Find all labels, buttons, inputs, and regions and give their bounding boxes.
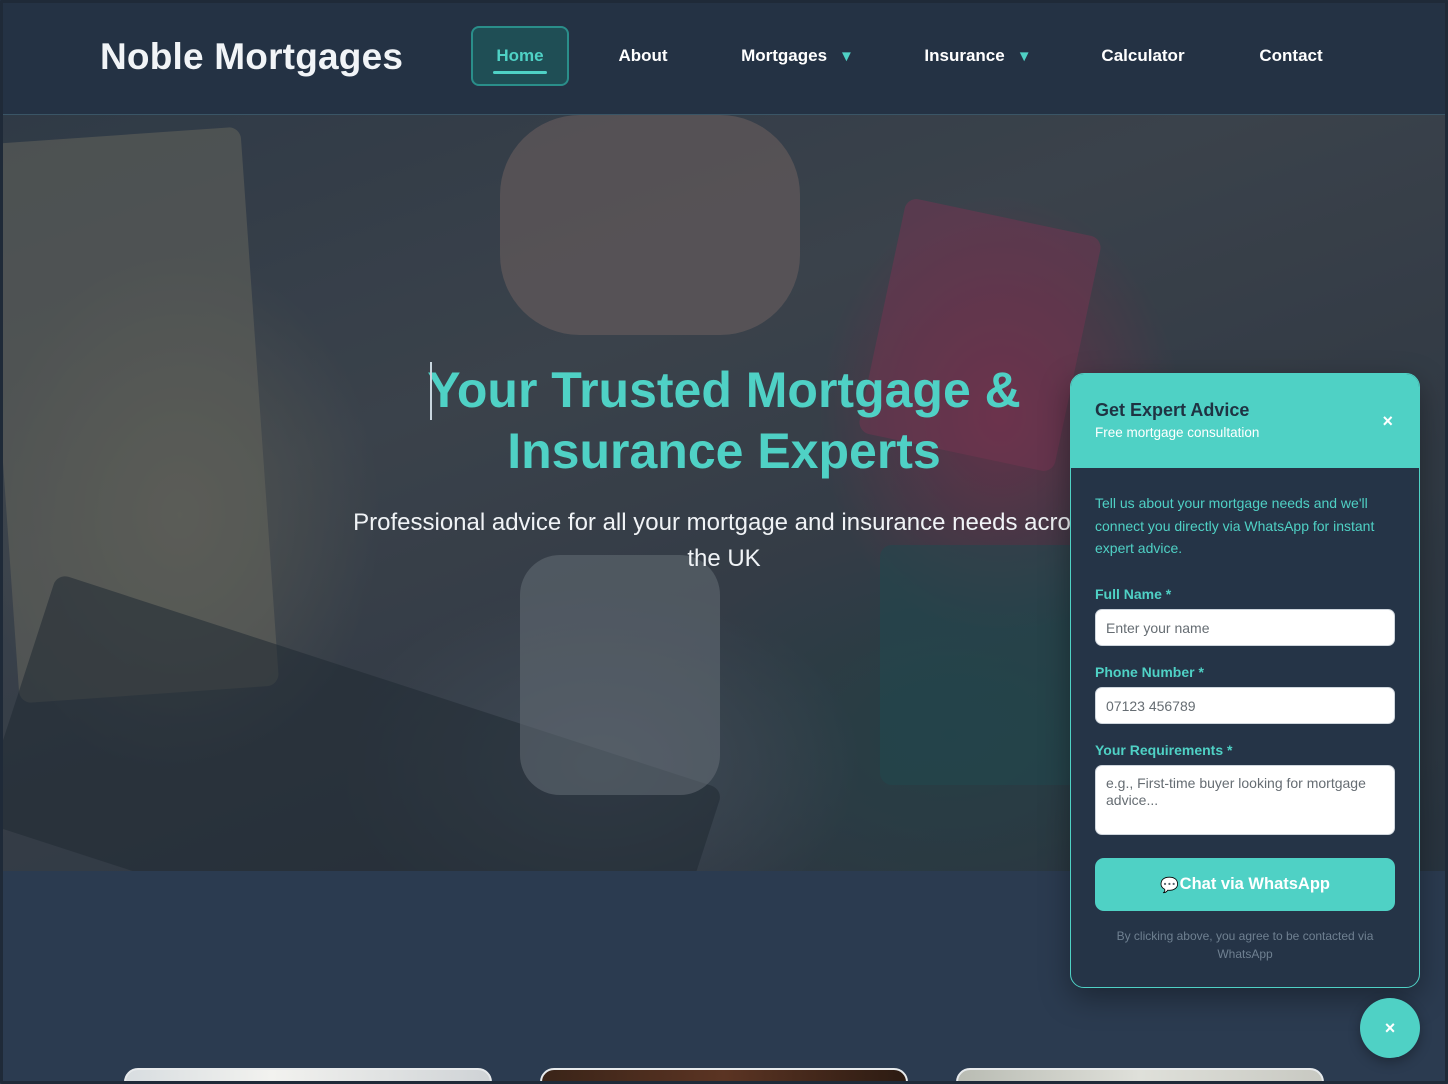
close-icon[interactable]: × [1382, 412, 1393, 430]
nav-about-label: About [618, 46, 668, 65]
whatsapp-chat-button[interactable]: 💬 Chat via WhatsApp [1095, 858, 1395, 911]
hero-title: Your Trusted Mortgage & Insurance Expert… [330, 360, 1118, 482]
phone-label: Phone Number * [1095, 664, 1204, 680]
nav-home[interactable]: Home [471, 26, 569, 86]
nav-contact-label: Contact [1259, 46, 1323, 65]
chevron-down-icon: ▼ [1016, 47, 1032, 65]
nav-mortgages[interactable]: Mortgages ▼ [730, 26, 865, 86]
nav-about[interactable]: About [600, 26, 686, 86]
hero-title-line2: Insurance Experts [507, 423, 941, 479]
close-chat-fab[interactable]: × [1360, 998, 1420, 1058]
hero-title-line1: Your Trusted Mortgage & [427, 362, 1021, 418]
nav-calculator-label: Calculator [1101, 46, 1185, 65]
nav-insurance-label: Insurance [924, 46, 1005, 65]
hero-subtitle: Professional advice for all your mortgag… [320, 505, 1128, 577]
active-underline [493, 71, 547, 74]
text-cursor [430, 362, 432, 420]
requirements-label: Your Requirements * [1095, 742, 1233, 758]
name-input[interactable] [1095, 609, 1395, 646]
phone-input[interactable] [1095, 687, 1395, 724]
popup-subtitle: Free mortgage consultation [1095, 425, 1260, 440]
nav-calculator[interactable]: Calculator [1088, 26, 1198, 86]
hero-subtitle-line2: the UK [687, 545, 761, 572]
requirements-textarea[interactable] [1095, 765, 1395, 835]
consent-disclaimer: By clicking above, you agree to be conta… [1116, 929, 1374, 961]
nav-home-label: Home [496, 46, 544, 65]
popup-header: Get Expert Advice Free mortgage consulta… [1071, 374, 1419, 468]
service-card[interactable] [956, 1068, 1324, 1084]
popup-title: Get Expert Advice [1095, 400, 1250, 420]
service-card[interactable] [540, 1068, 908, 1084]
brand-logo[interactable]: Noble Mortgages [100, 36, 403, 78]
top-navbar: Noble Mortgages Home About Mortgages ▼ I… [0, 0, 1448, 115]
whatsapp-button-label: Chat via WhatsApp [1179, 875, 1331, 893]
hero-subtitle-line1: Professional advice for all your mortgag… [353, 509, 1095, 536]
nav-contact[interactable]: Contact [1246, 26, 1336, 86]
close-icon: × [1384, 1017, 1396, 1038]
name-label: Full Name * [1095, 586, 1172, 602]
chat-bubble-icon: 💬 [1159, 876, 1179, 894]
popup-intro: Tell us about your mortgage needs and we… [1095, 495, 1375, 556]
chevron-down-icon: ▼ [839, 47, 854, 65]
expert-advice-popup: Get Expert Advice Free mortgage consulta… [1070, 373, 1420, 988]
nav-insurance[interactable]: Insurance ▼ [914, 26, 1042, 86]
nav-mortgages-label: Mortgages [741, 46, 828, 65]
service-card[interactable] [124, 1068, 492, 1084]
